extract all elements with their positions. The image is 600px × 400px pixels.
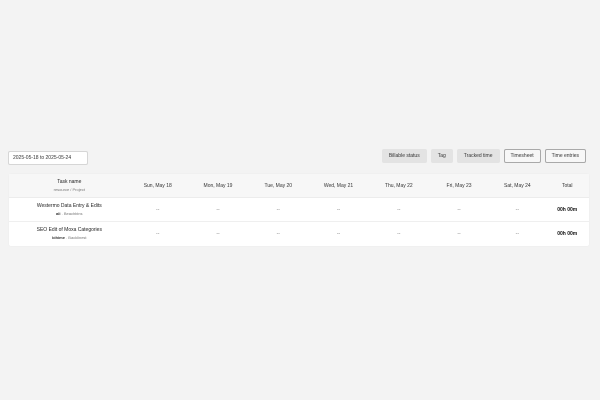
task-meta: bihime . Backlinest <box>52 235 87 240</box>
total-header: Total <box>561 182 573 189</box>
day-header: Sat, May 24 <box>504 182 531 189</box>
day-header: Sun, May 18 <box>143 182 172 189</box>
resource-project-header: resource / Project <box>53 186 85 192</box>
time-cell[interactable]: -- <box>489 231 545 237</box>
task-user: ali <box>56 210 61 216</box>
task-user: bihime <box>52 235 65 240</box>
time-cell[interactable]: -- <box>188 207 248 213</box>
time-cell[interactable]: -- <box>248 231 308 237</box>
task-cell[interactable]: Westermo Data Entry & Edits ali . Beachb… <box>9 203 128 217</box>
table-row: SEO Edit of Moxa Categories bihime . Bac… <box>9 222 589 246</box>
task-project: Backlinest <box>68 235 87 240</box>
day-header: Fri, May 23 <box>446 182 472 189</box>
task-meta: ali . Beachbins <box>56 210 83 216</box>
time-cell[interactable]: -- <box>308 207 368 213</box>
task-column-header: Task name resource / Project <box>9 179 128 193</box>
time-cell[interactable]: -- <box>429 207 489 213</box>
table-header-row: Task name resource / Project Sun, May 18… <box>9 174 589 198</box>
task-project: Beachbins <box>63 210 83 216</box>
time-cell[interactable]: -- <box>248 207 308 213</box>
time-cell[interactable]: -- <box>128 207 188 213</box>
day-header: Wed, May 21 <box>323 182 354 189</box>
task-title: SEO Edit of Moxa Categories <box>36 227 102 233</box>
day-header: Mon, May 19 <box>203 182 233 189</box>
time-cell[interactable]: -- <box>188 231 248 237</box>
toolbar: 2025-05-18 to 2025-05-24 Billable status… <box>8 148 588 166</box>
timesheet-view-button[interactable]: Timesheet <box>503 149 541 163</box>
time-cell[interactable]: -- <box>369 231 429 237</box>
table-row: Westermo Data Entry & Edits ali . Beachb… <box>9 198 589 222</box>
tag-filter[interactable]: Tag <box>430 149 453 163</box>
row-total: 00h 00m <box>557 206 578 213</box>
time-cell[interactable]: -- <box>429 231 489 237</box>
timesheet-page: 2025-05-18 to 2025-05-24 Billable status… <box>0 0 600 400</box>
date-range-picker[interactable]: 2025-05-18 to 2025-05-24 <box>8 151 88 165</box>
task-title: Westermo Data Entry & Edits <box>36 202 102 209</box>
time-cell[interactable]: -- <box>369 207 429 213</box>
time-entries-view-button[interactable]: Time entries <box>544 149 586 163</box>
filter-bar: Billable status Tag Tracked time Timeshe… <box>381 149 586 163</box>
time-cell[interactable]: -- <box>308 231 368 237</box>
day-header: Tue, May 20 <box>264 182 293 189</box>
day-header: Thu, May 22 <box>384 182 413 189</box>
row-total: 00h 00m <box>557 231 578 237</box>
timesheet-table: Task name resource / Project Sun, May 18… <box>9 174 589 246</box>
time-cell[interactable]: -- <box>128 231 188 237</box>
billable-status-filter[interactable]: Billable status <box>381 149 427 163</box>
time-cell[interactable]: -- <box>489 207 545 213</box>
tracked-time-filter[interactable]: Tracked time <box>456 149 500 163</box>
task-cell[interactable]: SEO Edit of Moxa Categories bihime . Bac… <box>9 227 128 241</box>
task-name-header: Task name <box>57 178 82 185</box>
